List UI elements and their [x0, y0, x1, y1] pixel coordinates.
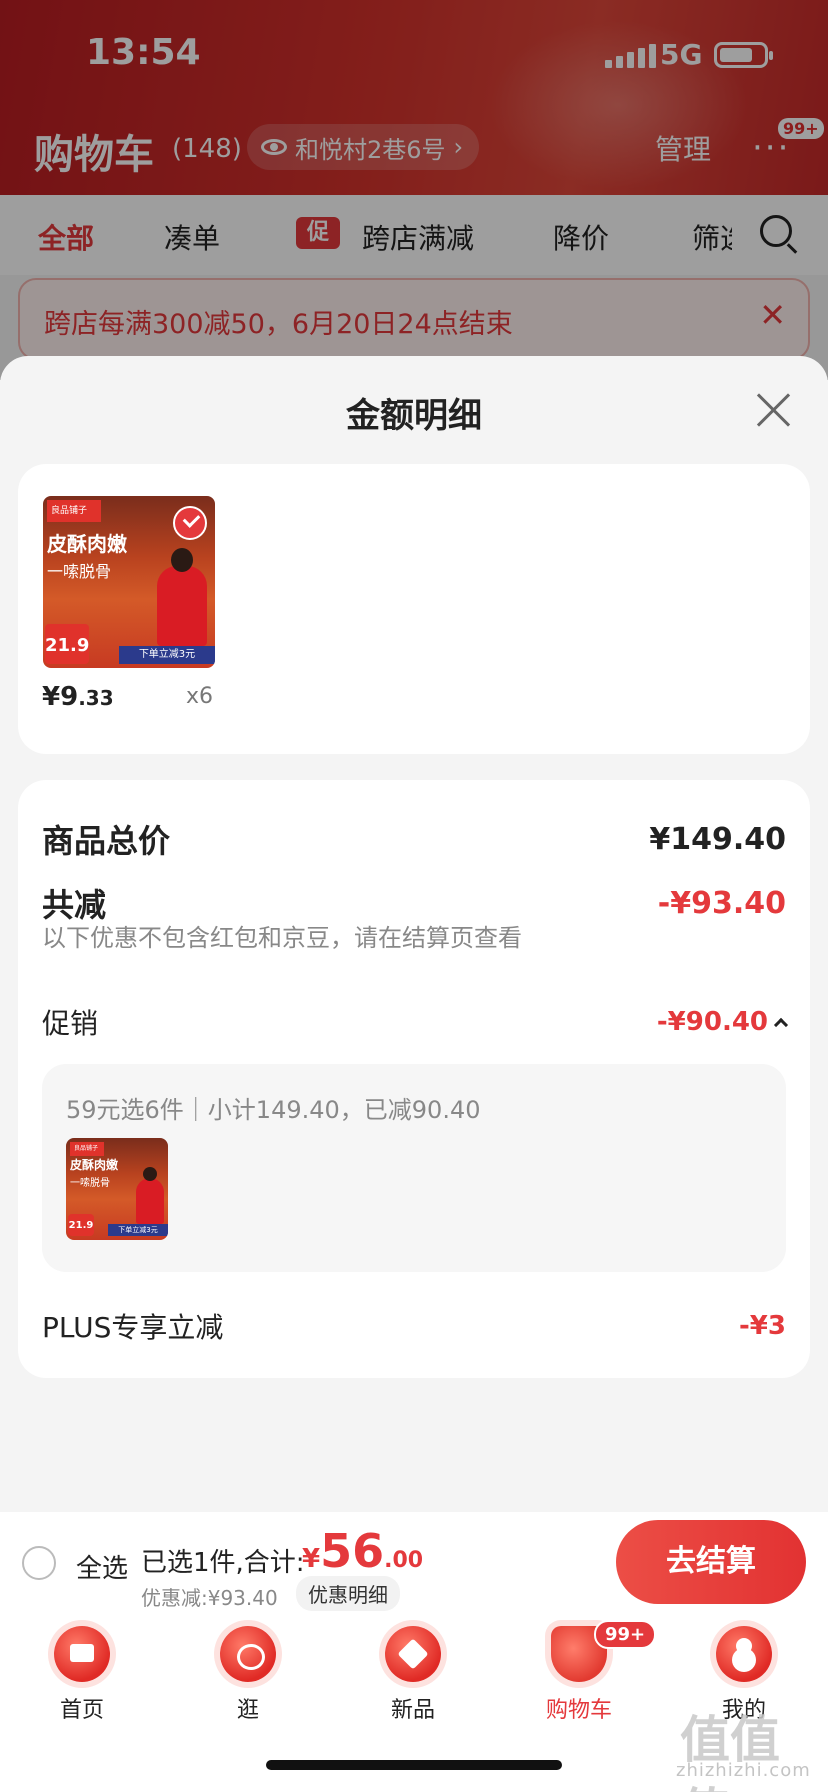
promo-product-image[interactable]: 良品铺子 皮酥肉嫩 一嗦脱骨 21.9 下单立减3元 [66, 1138, 168, 1240]
reduce-note: 以下优惠不包含红包和京豆，请在结算页查看 [42, 924, 522, 952]
promo-bar: 下单立减3元 [108, 1224, 168, 1236]
promo-value: -¥90.40 [656, 1007, 768, 1037]
product-quantity: x6 [186, 684, 214, 709]
product-price: ¥9.33 [42, 682, 114, 712]
promo-label: 促销 [42, 1007, 99, 1040]
plus-label: PLUS专享立减 [42, 1311, 224, 1344]
select-all-checkbox[interactable] [22, 1546, 56, 1580]
amount-detail-sheet: 金额明细 良品铺子 皮酥肉嫩 一嗦脱骨 21.9 下单立减3元 ¥9.33 x6… [0, 356, 828, 1512]
tab-label: 首页 [59, 1698, 104, 1723]
product-slogan-2: 一嗦脱骨 [70, 1178, 110, 1189]
tab-label: 逛 [236, 1698, 259, 1723]
spokesperson-figure [157, 548, 207, 646]
product-slogan-1: 皮酥肉嫩 [47, 532, 127, 556]
plus-value: -¥3 [739, 1311, 786, 1341]
checkout-button[interactable]: 去结算 [616, 1520, 806, 1604]
stroll-icon [220, 1626, 276, 1682]
brand-logo: 良品铺子 [47, 500, 101, 522]
tab-stroll[interactable]: 逛 [193, 1626, 303, 1724]
price-main: ¥9 [42, 682, 79, 712]
tab-cart[interactable]: 99+ 购物车 [524, 1620, 657, 1724]
plus-row: PLUS专享立减 -¥3 [42, 1306, 786, 1346]
total-amount: ¥ 56 .00 [302, 1524, 423, 1578]
promo-bar: 下单立减3元 [119, 646, 215, 664]
promo-value-group: -¥90.40 [656, 1007, 789, 1037]
modal-backdrop[interactable] [0, 0, 828, 380]
new-products-icon [385, 1626, 441, 1682]
sheet-title: 金额明细 [346, 396, 482, 436]
select-all-label[interactable]: 全选 [76, 1548, 128, 1585]
summary-card: 商品总价 ¥149.40 共减 -¥93.40 以下优惠不包含红包和京豆，请在结… [18, 780, 810, 1378]
tab-new[interactable]: 新品 [358, 1626, 468, 1724]
product-image[interactable]: 良品铺子 皮酥肉嫩 一嗦脱骨 21.9 下单立减3元 [43, 496, 215, 668]
discount-detail-button[interactable]: 优惠明细 [296, 1576, 400, 1611]
product-slogan-2: 一嗦脱骨 [47, 562, 112, 581]
profile-icon [716, 1626, 772, 1682]
home-indicator [266, 1760, 562, 1770]
total-integer: 56 [320, 1524, 385, 1578]
total-row: 商品总价 ¥149.40 [42, 816, 786, 862]
watermark-url: zhizhizhi.com [676, 1760, 811, 1781]
spokesperson-figure [136, 1167, 164, 1224]
total-decimal: .00 [384, 1548, 424, 1573]
discount-text: 优惠减:¥93.40 [141, 1586, 278, 1610]
brand-logo: 良品铺子 [70, 1142, 104, 1156]
home-icon [54, 1626, 110, 1682]
price-decimal: .33 [78, 686, 114, 710]
reduce-value: -¥93.40 [657, 885, 786, 921]
tab-label: 新品 [390, 1698, 435, 1723]
currency-symbol: ¥ [302, 1544, 321, 1574]
close-icon[interactable] [756, 392, 792, 428]
promo-row[interactable]: 促销 -¥90.40 [42, 1002, 789, 1042]
price-chip: 21.9 [45, 624, 89, 664]
check-icon [173, 506, 207, 540]
selected-summary: 已选1件,合计: [141, 1548, 305, 1578]
product-slogan-1: 皮酥肉嫩 [70, 1158, 119, 1172]
checkout-bar: 全选 已选1件,合计: ¥ 56 .00 优惠减:¥93.40 优惠明细 去结算 [0, 1512, 828, 1612]
chevron-up-icon[interactable] [773, 1017, 789, 1033]
cart-badge: 99+ [594, 1620, 657, 1649]
total-value: ¥149.40 [649, 821, 786, 857]
total-label: 商品总价 [42, 822, 171, 860]
price-chip: 21.9 [68, 1214, 94, 1236]
product-card: 良品铺子 皮酥肉嫩 一嗦脱骨 21.9 下单立减3元 ¥9.33 x6 [18, 464, 810, 754]
promo-detail-box: 59元选6件｜小计149.40，已减90.40 良品铺子 皮酥肉嫩 一嗦脱骨 2… [42, 1064, 786, 1272]
promo-description: 59元选6件｜小计149.40，已减90.40 [66, 1096, 481, 1124]
tab-label: 购物车 [545, 1698, 612, 1723]
tab-home[interactable]: 首页 [27, 1626, 137, 1724]
